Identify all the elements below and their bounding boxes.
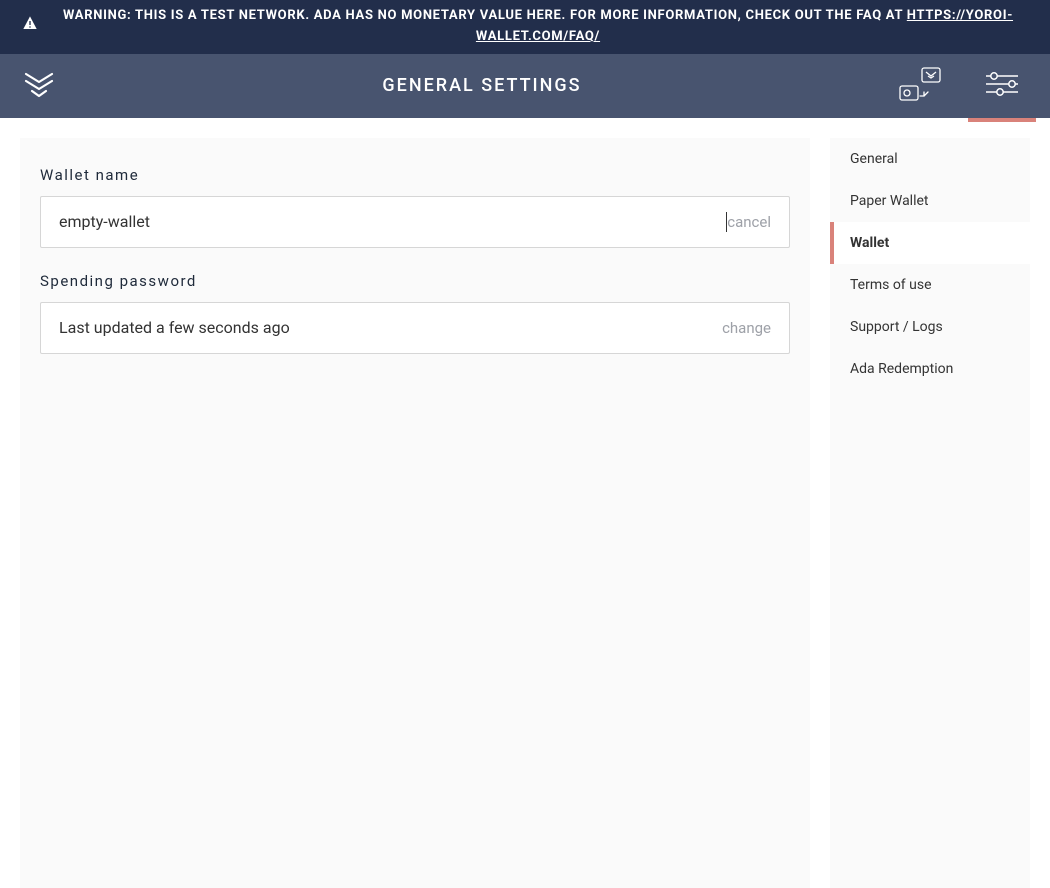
wallets-button[interactable] — [890, 46, 950, 126]
app-logo[interactable] — [24, 70, 74, 102]
top-bar: GENERAL SETTINGS — [0, 54, 1050, 118]
sidebar-item-ada-redemption[interactable]: Ada Redemption — [830, 348, 1030, 390]
warning-icon — [22, 15, 38, 39]
sidebar-item-label: Support / Logs — [850, 319, 943, 335]
settings-sidebar: General Paper Wallet Wallet Terms of use… — [830, 138, 1030, 888]
settings-panel: Wallet name cancel Spending password Las… — [20, 138, 810, 888]
settings-icon — [986, 81, 1018, 100]
wallet-name-field-box: cancel — [40, 196, 790, 248]
wallet-name-cancel-button[interactable]: cancel — [727, 213, 771, 231]
spending-password-status: Last updated a few seconds ago — [59, 318, 722, 337]
spending-password-field-box: Last updated a few seconds ago change — [40, 302, 790, 354]
sidebar-item-label: Wallet — [850, 235, 889, 251]
spending-password-label: Spending password — [40, 272, 790, 290]
warning-text-wrap: WARNING: THIS IS A TEST NETWORK. ADA HAS… — [48, 6, 1028, 48]
wallet-name-group: Wallet name cancel — [40, 166, 790, 248]
settings-active-indicator — [968, 118, 1036, 122]
sidebar-item-terms-of-use[interactable]: Terms of use — [830, 264, 1030, 306]
wallet-name-label: Wallet name — [40, 166, 790, 184]
sidebar-item-support-logs[interactable]: Support / Logs — [830, 306, 1030, 348]
sidebar-item-wallet[interactable]: Wallet — [830, 222, 1030, 264]
sidebar-item-paper-wallet[interactable]: Paper Wallet — [830, 180, 1030, 222]
sidebar-item-label: Terms of use — [850, 277, 932, 293]
spending-password-group: Spending password Last updated a few sec… — [40, 272, 790, 354]
content-area: Wallet name cancel Spending password Las… — [0, 118, 1050, 888]
topbar-actions — [890, 46, 1026, 126]
wallet-name-input[interactable] — [59, 212, 728, 231]
sidebar-item-general[interactable]: General — [830, 138, 1030, 180]
sidebar-item-label: General — [850, 151, 898, 167]
spending-password-change-button[interactable]: change — [722, 319, 771, 337]
settings-button[interactable] — [978, 52, 1026, 120]
warning-text: WARNING: THIS IS A TEST NETWORK. ADA HAS… — [63, 8, 907, 23]
wallets-icon — [898, 87, 942, 106]
sidebar-item-label: Paper Wallet — [850, 193, 929, 209]
page-title: GENERAL SETTINGS — [74, 75, 890, 96]
sidebar-item-label: Ada Redemption — [850, 361, 953, 377]
